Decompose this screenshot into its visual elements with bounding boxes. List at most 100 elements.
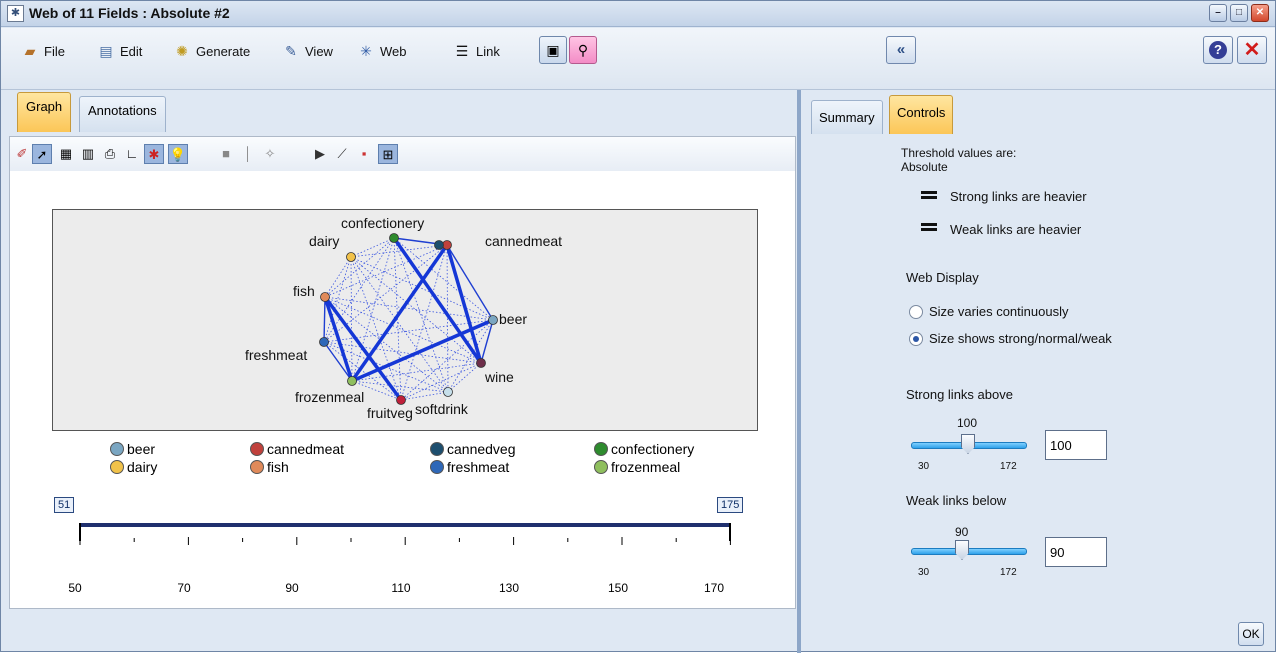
tab-summary[interactable]: Summary [811,100,883,134]
window-title: Web of 11 Fields : Absolute #2 [29,5,230,21]
pointer-icon[interactable]: ➚ [32,144,52,164]
legend-dot [110,460,124,474]
legend-item: freshmeat [430,459,509,475]
menu-file[interactable]: ▰ File [21,40,65,62]
strong-links-input[interactable]: 100 [1045,430,1107,460]
minimize-button[interactable]: – [1209,4,1227,22]
web-link-weak[interactable] [350,256,353,382]
strong-heavier-label[interactable]: Strong links are heavier [950,189,1087,204]
wand-icon[interactable]: ✧ [260,144,280,164]
web-node[interactable] [396,395,406,405]
web-node[interactable] [434,240,444,250]
color-icon[interactable]: ▪ [354,144,374,164]
axis-icon[interactable]: ∟ [122,144,142,164]
line-icon[interactable]: │ [238,144,258,164]
axis-tick-label: 150 [607,581,629,595]
web-link-weak[interactable] [400,391,449,401]
weak-slider-track[interactable] [911,548,1027,555]
graph-area: ✐ ➚ ▦ ▥ ⎙ ∟ ✱ 💡 ■ │ ✧ ▶ ⟋ ▪ ⊞ confection… [9,136,796,609]
help-button[interactable]: ? [1203,36,1233,64]
pin-icon[interactable]: ✱ [144,144,164,164]
web-node-label: confectionery [341,215,424,231]
legend-item: confectionery [594,441,694,457]
web-link-weak[interactable] [350,256,482,364]
web-link-normal[interactable] [446,244,494,321]
brush-icon[interactable]: ✐ [12,144,32,164]
tab-annotations[interactable]: Annotations [79,96,166,132]
collapse-panel-button[interactable]: « [886,36,916,64]
ok-button[interactable]: OK [1238,622,1264,646]
weak-heavier-label[interactable]: Weak links are heavier [950,222,1081,237]
menu-web[interactable]: ✳ Web [357,40,406,62]
web-node-label: wine [484,369,514,385]
web-graph-svg: confectionerydairy cannedmeat fish beer fres… [245,215,562,421]
size-strong-label[interactable]: Size shows strong/normal/weak [929,331,1112,346]
link-icon: ☰ [455,43,469,59]
tab-graph[interactable]: Graph [17,92,72,132]
web-node[interactable] [389,233,399,243]
square-icon[interactable]: ■ [216,144,236,164]
web-link-weak[interactable] [350,256,494,321]
web-node[interactable] [320,292,330,302]
strong-slider-thumb[interactable] [961,434,975,454]
maximize-button[interactable]: □ [1230,4,1248,22]
strong-heavier-icon[interactable] [921,191,937,203]
flag-icon[interactable]: ▶ [310,144,330,164]
web-node[interactable] [443,387,453,397]
web-link-strong[interactable] [445,244,483,364]
size-continuous-radio[interactable] [909,305,923,319]
legend-label: freshmeat [447,459,510,475]
legend-item: beer [110,441,155,457]
close-window-button[interactable]: ✕ [1251,4,1269,22]
chart-icon[interactable]: ▦ [56,144,76,164]
web-node[interactable] [346,252,356,262]
strong-slider-max: 172 [1000,461,1017,472]
menu-edit[interactable]: ▤ Edit [97,40,142,62]
graph-toolbar: ✐ ➚ ▦ ▥ ⎙ ∟ ✱ 💡 ■ │ ✧ ▶ ⟋ ▪ ⊞ [10,137,795,171]
export-icon[interactable]: ▣ [539,36,567,64]
web-node-label: fruitveg [367,405,413,421]
web-link-weak[interactable] [400,362,482,401]
web-graph-icon[interactable]: ⚲ [569,36,597,64]
generate-icon: ✺ [176,43,188,59]
web-link-weak[interactable] [324,256,352,298]
web-node[interactable] [476,358,486,368]
legend-label: beer [127,441,156,457]
menu-generate[interactable]: ✺ Generate [173,40,250,62]
web-link-weak[interactable] [323,244,448,343]
web-graph-plot: confectionery dairy cannedmeat fish beer fres… [52,209,758,431]
web-node[interactable] [319,337,329,347]
web-link-normal[interactable] [323,296,326,343]
menu-view[interactable]: ✎ View [282,40,333,62]
web-link-weak[interactable] [393,237,449,393]
legend: beer cannedmeat cannedveg confectionery … [110,439,750,479]
weak-heavier-icon[interactable] [921,223,937,235]
legend-dot [110,442,124,456]
web-node[interactable] [347,376,357,386]
connector-icon[interactable]: ⟋ [332,144,352,164]
close-button[interactable]: ✕ [1237,36,1267,64]
menu-toolbar: ▰ File ▤ Edit ✺ Generate ✎ View ✳ Web ☰ … [1,28,1275,90]
web-node[interactable] [488,315,498,325]
web-link-weak[interactable] [400,244,448,401]
menu-link[interactable]: ☰ Link [453,40,500,62]
layout-icon[interactable]: ⊞ [378,144,398,164]
tab-controls[interactable]: Controls [889,95,954,134]
idea-icon[interactable]: 💡 [168,144,188,164]
legend-label: fish [267,459,289,475]
link-range-slider[interactable]: 51 175 50 70 90 110 130 150 170 [50,497,770,597]
weak-slider-thumb[interactable] [955,540,969,560]
copy-chart-icon[interactable]: ▥ [78,144,98,164]
web-link-normal[interactable] [480,319,494,364]
web-icon: ✳ [360,43,372,59]
web-link-weak[interactable] [446,244,449,393]
weak-links-input[interactable]: 90 [1045,537,1107,567]
strong-slider-min: 30 [918,461,930,472]
print-icon[interactable]: ⎙ [100,144,120,164]
threshold-value: Absolute [901,160,948,174]
web-link-weak[interactable] [447,362,482,393]
web-link-strong[interactable] [323,296,354,382]
size-continuous-label[interactable]: Size varies continuously [929,304,1068,319]
web-link-strong[interactable] [323,295,403,402]
size-strong-radio[interactable] [909,332,923,346]
